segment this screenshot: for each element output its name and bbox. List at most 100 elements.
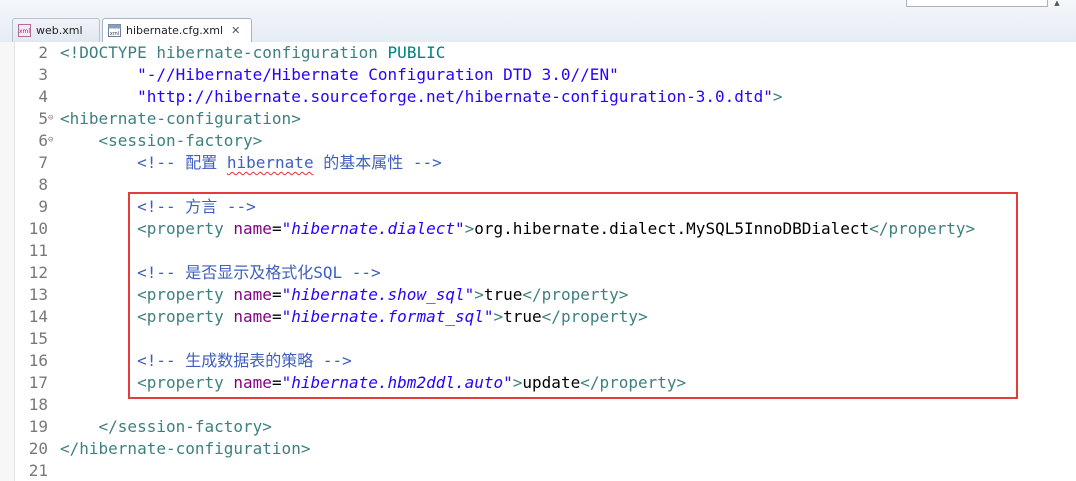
xml-file-icon: xml bbox=[18, 24, 31, 37]
code-token: <property bbox=[137, 307, 224, 326]
code-text: <session-factory> bbox=[60, 130, 263, 152]
scroll-up-arrow-icon[interactable]: ▲ bbox=[1052, 0, 1062, 7]
code-token: <property bbox=[137, 373, 224, 392]
code-line[interactable]: 4 "http://hibernate.sourceforge.net/hibe… bbox=[0, 86, 1076, 108]
code-token: <property bbox=[137, 285, 224, 304]
code-line[interactable]: 7 <!-- 配置 hibernate 的基本属性 --> bbox=[0, 152, 1076, 174]
tab-web-xml[interactable]: xml web.xml bbox=[12, 18, 100, 42]
code-line[interactable]: 15 bbox=[0, 328, 1076, 350]
code-line[interactable]: 3 "-//Hibernate/Hibernate Configuration … bbox=[0, 64, 1076, 86]
code-text: <!-- 配置 hibernate 的基本属性 --> bbox=[60, 152, 442, 174]
code-token: name bbox=[233, 373, 272, 392]
code-token: hibernate bbox=[226, 153, 314, 172]
code-token: name bbox=[233, 285, 272, 304]
code-line[interactable]: 20 </hibernate-configuration> bbox=[0, 438, 1076, 460]
code-token: update bbox=[522, 373, 581, 392]
code-token: > bbox=[464, 219, 475, 238]
tab-label: hibernate.cfg.xml bbox=[126, 24, 224, 37]
code-token: true bbox=[483, 285, 523, 304]
code-line[interactable]: 16 <!-- 生成数据表的策略 --> bbox=[0, 350, 1076, 372]
code-token: = bbox=[271, 307, 282, 326]
code-line[interactable]: 6 ⊖ <session-factory> bbox=[0, 130, 1076, 152]
code-text: <property name="hibernate.format_sql">tr… bbox=[60, 306, 648, 328]
svg-text:xml: xml bbox=[19, 28, 30, 35]
code-editor[interactable]: 2 <!DOCTYPE hibernate-configuration PUBLI… bbox=[0, 42, 1076, 481]
close-icon[interactable]: ✕ bbox=[231, 24, 240, 37]
code-text: <hibernate-configuration> bbox=[60, 108, 301, 130]
code-text: <!-- 方言 --> bbox=[60, 196, 256, 218]
code-line[interactable]: 19 </session-factory> bbox=[0, 416, 1076, 438]
code-token: "hibernate.show_sql" bbox=[281, 285, 475, 304]
code-text: <!-- 是否显示及格式化SQL --> bbox=[60, 262, 381, 284]
line-number: 13 bbox=[28, 285, 48, 304]
line-number: 10 bbox=[28, 219, 48, 238]
fold-collapse-icon[interactable]: ⊖ bbox=[48, 114, 57, 123]
code-token: > bbox=[772, 87, 783, 106]
code-token: <!-- 方言 --> bbox=[137, 197, 256, 216]
code-token: <hibernate-configuration> bbox=[60, 109, 301, 128]
code-line[interactable]: 8 bbox=[0, 174, 1076, 196]
toolbar-search-box[interactable] bbox=[906, 0, 1048, 7]
code-token: <!-- 配置 bbox=[137, 153, 227, 172]
line-number: 5 bbox=[38, 109, 48, 128]
code-token: </property> bbox=[541, 307, 648, 326]
code-token: true bbox=[503, 307, 542, 326]
code-token: <property bbox=[137, 219, 224, 238]
code-text: <!DOCTYPE hibernate-configuration PUBLIC bbox=[60, 42, 445, 64]
code-token: > bbox=[512, 373, 523, 392]
code-line[interactable]: 5 ⊖ <hibernate-configuration> bbox=[0, 108, 1076, 130]
code-text: <property name="hibernate.show_sql">true… bbox=[60, 284, 628, 306]
line-number: 16 bbox=[28, 351, 48, 370]
line-number: 11 bbox=[28, 241, 48, 260]
code-token: DOCTYPE bbox=[79, 43, 147, 62]
code-token: = bbox=[271, 373, 282, 392]
code-token: <! bbox=[60, 43, 80, 62]
code-line[interactable]: 9 <!-- 方言 --> bbox=[0, 196, 1076, 218]
code-token: = bbox=[271, 285, 282, 304]
code-text: "-//Hibernate/Hibernate Configuration DT… bbox=[60, 64, 619, 86]
code-line[interactable]: 11 bbox=[0, 240, 1076, 262]
code-text: <property name="hibernate.hbm2ddl.auto">… bbox=[60, 372, 686, 394]
eclipse-xml-editor-window: ▲ xml web.xml xml hibernate.cfg.xml ✕ 2 … bbox=[0, 0, 1076, 481]
fold-collapse-icon[interactable]: ⊖ bbox=[48, 136, 57, 145]
code-token: "http://hibernate.sourceforge.net/hibern… bbox=[137, 87, 773, 106]
code-token: <!-- 生成数据表的策略 --> bbox=[137, 351, 352, 370]
code-line[interactable]: 17 <property name="hibernate.hbm2ddl.aut… bbox=[0, 372, 1076, 394]
code-line[interactable]: 14 <property name="hibernate.format_sql"… bbox=[0, 306, 1076, 328]
tab-hibernate-cfg-xml[interactable]: xml hibernate.cfg.xml ✕ bbox=[102, 18, 252, 43]
line-number: 17 bbox=[28, 373, 48, 392]
code-line[interactable]: 2 <!DOCTYPE hibernate-configuration PUBLI… bbox=[0, 42, 1076, 64]
line-number: 21 bbox=[28, 461, 48, 480]
line-number: 8 bbox=[38, 175, 48, 194]
code-token: "hibernate.hbm2ddl.auto" bbox=[281, 373, 513, 392]
code-line[interactable]: 13 <property name="hibernate.show_sql">t… bbox=[0, 284, 1076, 306]
code-line[interactable]: 12 <!-- 是否显示及格式化SQL --> bbox=[0, 262, 1076, 284]
tab-label: web.xml bbox=[36, 24, 83, 37]
code-line[interactable]: 10 <property name="hibernate.dialect">or… bbox=[0, 218, 1076, 240]
code-token: org.hibernate.dialect.MySQL5InnoDBDialec… bbox=[474, 219, 870, 238]
line-number: 7 bbox=[38, 153, 48, 172]
code-token: <session-factory> bbox=[98, 131, 263, 150]
code-text: </session-factory> bbox=[60, 416, 272, 438]
xml-file-icon: xml bbox=[108, 24, 121, 37]
line-number: 4 bbox=[38, 87, 48, 106]
code-text: <property name="hibernate.dialect">org.h… bbox=[60, 218, 975, 240]
code-token: 的基本属性 --> bbox=[313, 153, 442, 172]
code-line[interactable]: 21 bbox=[0, 460, 1076, 481]
code-text: </hibernate-configuration> bbox=[60, 438, 310, 460]
line-number: 14 bbox=[28, 307, 48, 326]
code-token: </session-factory> bbox=[98, 417, 272, 436]
code-line[interactable]: 18 bbox=[0, 394, 1076, 416]
